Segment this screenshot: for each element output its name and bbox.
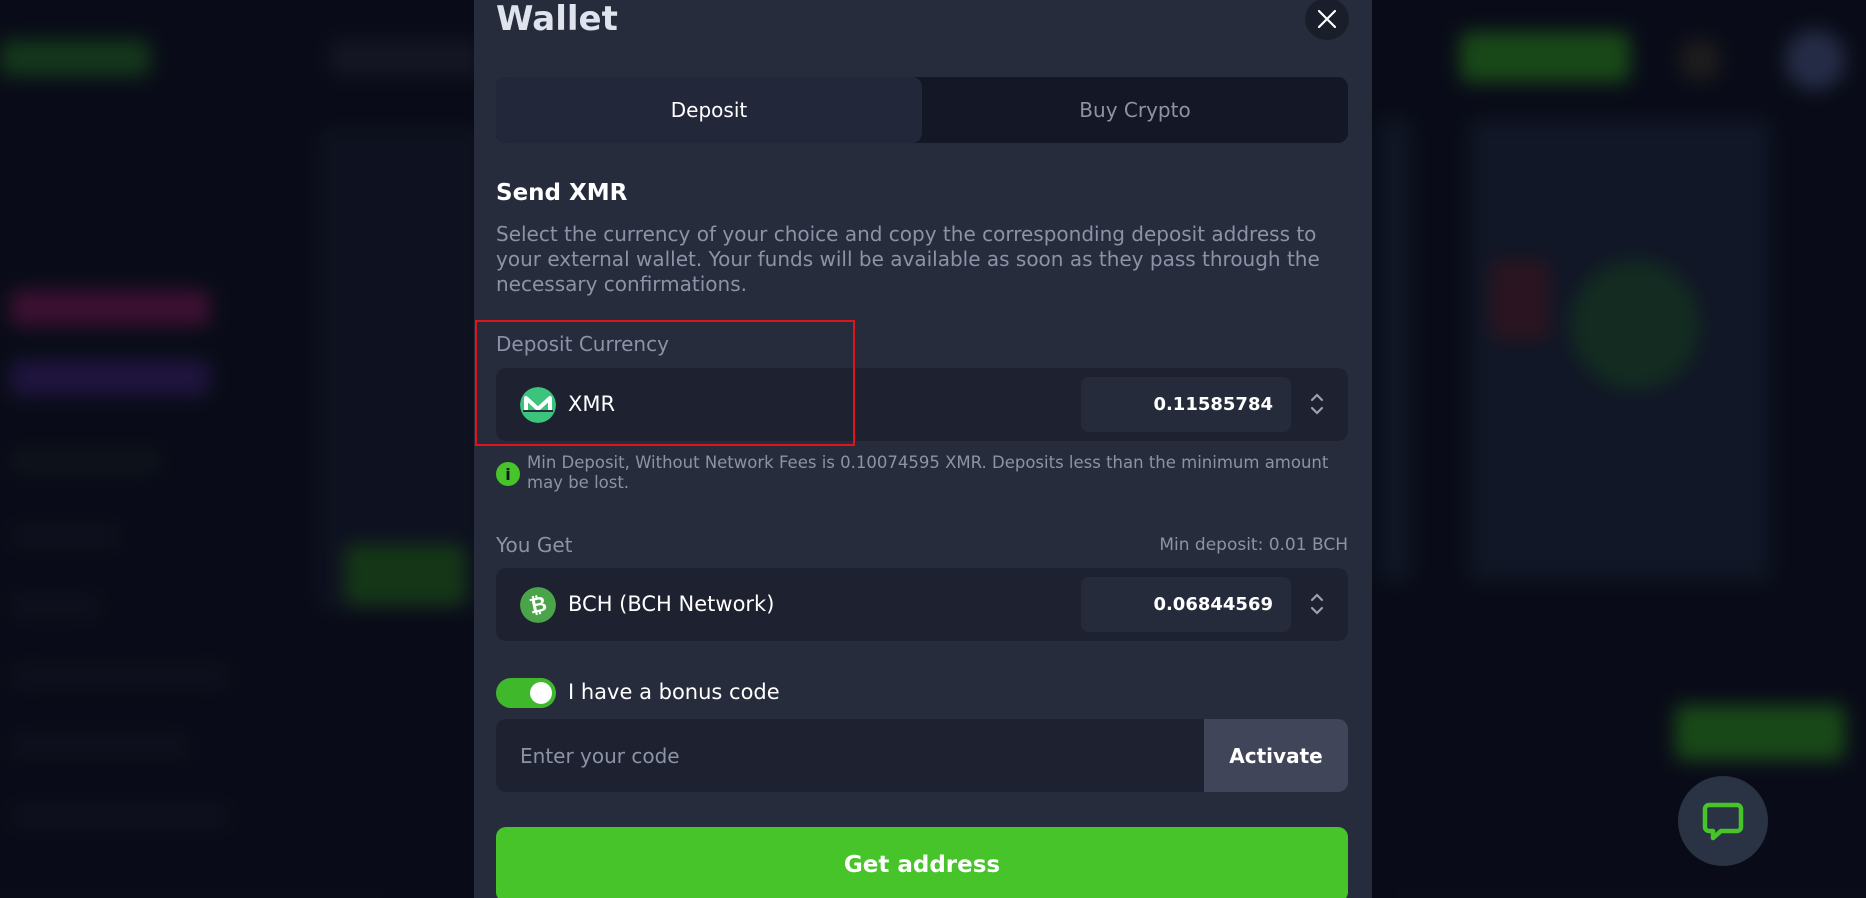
send-description: Select the currency of your choice and c… (496, 222, 1320, 296)
deposit-currency-label: Deposit Currency (496, 332, 669, 356)
bonus-code-row: Activate (496, 719, 1348, 792)
min-deposit-note-text: Min Deposit, Without Network Fees is 0.1… (527, 453, 1329, 492)
send-title: Send XMR (496, 180, 628, 206)
modal-title: Wallet (496, 0, 618, 39)
close-icon (1317, 9, 1337, 29)
deposit-stepper-icon[interactable] (1308, 388, 1326, 420)
you-get-amount-field[interactable]: 0.06844569 (1081, 577, 1291, 632)
live-chat-button[interactable] (1678, 776, 1768, 866)
chat-icon (1702, 802, 1744, 841)
bonus-code-input[interactable] (496, 719, 1204, 792)
activate-button[interactable]: Activate (1204, 719, 1348, 792)
bonus-code-toggle[interactable] (496, 678, 556, 708)
wallet-tabs: Deposit Buy Crypto (496, 77, 1348, 143)
get-address-button[interactable]: Get address (496, 827, 1348, 898)
monero-icon (520, 387, 556, 423)
you-get-currency-name: BCH (BCH Network) (568, 592, 775, 616)
deposit-currency-name: XMR (568, 392, 616, 416)
deposit-currency-select[interactable]: XMR 0.11585784 (496, 368, 1348, 441)
bitcoin-cash-icon: ₿ (520, 587, 556, 623)
tab-deposit[interactable]: Deposit (496, 77, 922, 143)
wallet-modal: Wallet Deposit Buy Crypto Send XMR Selec… (474, 0, 1372, 898)
info-icon: i (496, 462, 520, 486)
min-deposit-bch: Min deposit: 0.01 BCH (1159, 535, 1348, 555)
toggle-knob (530, 682, 552, 704)
you-get-label: You Get (496, 533, 573, 557)
deposit-amount-field[interactable]: 0.11585784 (1081, 377, 1291, 432)
bonus-code-label: I have a bonus code (568, 680, 780, 704)
close-button[interactable] (1305, 0, 1349, 40)
you-get-stepper-icon[interactable] (1308, 588, 1326, 620)
you-get-currency-select[interactable]: ₿ BCH (BCH Network) 0.06844569 (496, 568, 1348, 641)
tab-buy-crypto[interactable]: Buy Crypto (922, 77, 1348, 143)
